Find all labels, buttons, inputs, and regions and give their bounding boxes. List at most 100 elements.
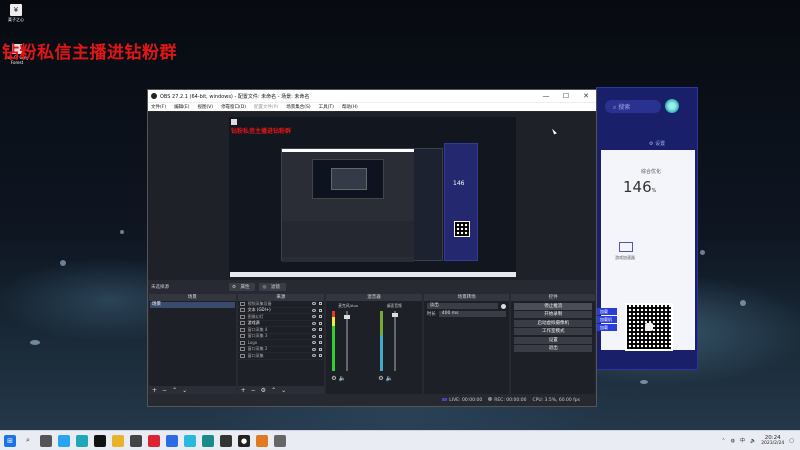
gear-icon[interactable] [501,303,507,309]
lock-icon[interactable] [319,315,323,319]
settings-button[interactable]: 设置 [514,336,593,344]
filters-button[interactable]: ◎ 滤镜 [259,283,286,291]
start-recording-button[interactable]: 开始录制 [514,311,593,318]
settings-link[interactable]: ⚙ 设置 [649,140,665,147]
lock-icon[interactable] [319,354,323,358]
gear-icon[interactable]: ⚙ [331,375,336,382]
volume-icon[interactable]: 🔈 [750,438,756,444]
app-gray-icon[interactable] [274,434,286,447]
gear-icon[interactable]: ⚙ [261,387,266,394]
lock-icon[interactable] [319,341,323,345]
fader-knob[interactable] [392,313,399,317]
search-icon[interactable]: ⌕ [22,435,34,447]
obs-icon[interactable]: ● [238,434,250,447]
add-scene-button[interactable]: + [152,387,157,394]
menu-profile[interactable]: 配置文件(P) [254,104,278,110]
desktop-icon-app[interactable]: ¥ 栗子之心 [4,4,28,23]
language-indicator[interactable]: 中 [740,437,745,444]
game-booster-icon[interactable] [619,242,633,252]
menu-tools[interactable]: 工具(T) [319,104,334,110]
stop-streaming-button[interactable]: 停止推流 [514,302,593,310]
visibility-eye-icon[interactable] [312,354,317,358]
source-item[interactable]: 窗口采集 3 [237,333,325,340]
add-source-button[interactable]: + [241,387,246,394]
clock[interactable]: 20:24 2023/2/24 [761,435,784,447]
lock-icon[interactable] [319,308,323,312]
lock-icon[interactable] [319,328,323,332]
visibility-eye-icon[interactable] [312,334,317,338]
lock-icon[interactable] [319,334,323,338]
menu-view[interactable]: 视图(V) [197,104,213,110]
visibility-eye-icon[interactable] [312,347,317,351]
virtual-camera-button[interactable]: 启动虚拟摄像机 [514,319,593,327]
menu-edit[interactable]: 编辑(E) [174,104,189,110]
edge-icon[interactable] [76,434,88,447]
close-button[interactable]: ✕ [576,92,596,100]
mixer-dock: 混音器 麦克风/Aux ⚙ 🔈 桌面音频 ⚙ 🔈 [326,294,422,394]
channel-controls: ⚙ 🔈 [331,375,346,382]
speaker-icon[interactable]: 🔈 [339,375,346,382]
visibility-eye-icon[interactable] [312,302,317,306]
transition-select[interactable]: 淡出 [426,303,499,309]
studio-mode-button[interactable]: 工作室模式 [514,328,593,335]
menu-file[interactable]: 文件(F) [151,104,166,110]
dock-area: 场景 场景 + − ⌃ ⌄ 来源 视频采集设备 文本 (GDI+) 图像幻灯 游戏源窗… [148,294,596,394]
netease-music-icon[interactable] [148,434,160,447]
side-button[interactable]: 加载 [597,308,617,315]
fader-knob[interactable] [344,315,351,319]
lock-icon[interactable] [319,302,323,306]
app-teal-icon[interactable] [202,434,214,447]
file-explorer-icon[interactable] [112,434,124,447]
speaker-icon[interactable]: 🔈 [386,375,393,382]
move-up-icon[interactable]: ⌃ [172,387,177,394]
scene-item[interactable]: 场景 [150,302,235,308]
visibility-eye-icon[interactable] [312,341,317,345]
visibility-eye-icon[interactable] [312,308,317,312]
source-name: 窗口采集 4 [247,326,268,332]
duration-input[interactable]: 400 ms [438,311,507,317]
notification-icon[interactable]: ▢ [789,438,794,444]
stream-preview[interactable]: 钻粉私信主播进钻粉群 146 [229,117,516,277]
source-item[interactable]: 窗口采集 [237,353,325,360]
move-down-icon[interactable]: ⌄ [281,387,286,394]
maximize-button[interactable]: ☐ [556,92,576,100]
start-icon[interactable]: ⊞ [4,434,16,447]
side-button[interactable]: 加载 [597,324,617,331]
search-input[interactable]: ⌕ 搜索 [605,100,661,113]
menu-help[interactable]: 帮助(H) [342,104,358,110]
menu-scene-collection[interactable]: 场景集合(S) [286,104,310,110]
remove-scene-button[interactable]: − [162,387,167,394]
visibility-eye-icon[interactable] [312,328,317,332]
app-cyan-icon[interactable] [184,434,196,447]
app-blue-icon[interactable] [166,434,178,447]
avatar[interactable] [665,99,679,113]
app-dark-icon[interactable] [220,434,232,447]
remove-source-button[interactable]: − [251,387,256,394]
properties-button[interactable]: ⚙ 属性 [229,283,256,291]
qr-code [625,303,673,351]
menu-docks[interactable]: 停靠窗口(D) [221,104,246,110]
widgets-icon[interactable] [58,434,70,447]
move-up-icon[interactable]: ⌃ [271,387,276,394]
task-view-icon[interactable] [40,434,52,447]
store-icon[interactable] [130,434,142,447]
qq-icon[interactable] [94,434,106,447]
volume-fader[interactable] [394,311,397,371]
chevron-up-icon[interactable]: ⌃ [721,438,725,444]
volume-fader[interactable] [346,311,349,371]
visibility-eye-icon[interactable] [312,315,317,319]
gear-icon[interactable]: ⚙ [378,375,383,382]
move-down-icon[interactable]: ⌄ [182,387,187,394]
settings-label: 设置 [655,141,666,147]
side-button[interactable]: 加载机 [597,316,617,323]
network-icon[interactable]: ◍ [731,438,735,444]
visibility-eye-icon[interactable] [312,321,317,325]
source-type-icon [239,301,245,306]
transitions-dock-title: 场景转场 [423,294,510,301]
window-title: OBS 27.2.1 (64-bit, windows) - 配置文件: 未命名… [160,93,310,100]
exit-button[interactable]: 退出 [514,345,593,352]
lock-icon[interactable] [319,347,323,351]
minimize-button[interactable]: — [536,92,556,100]
app-orange-icon[interactable] [256,434,268,447]
lock-icon[interactable] [319,321,323,325]
